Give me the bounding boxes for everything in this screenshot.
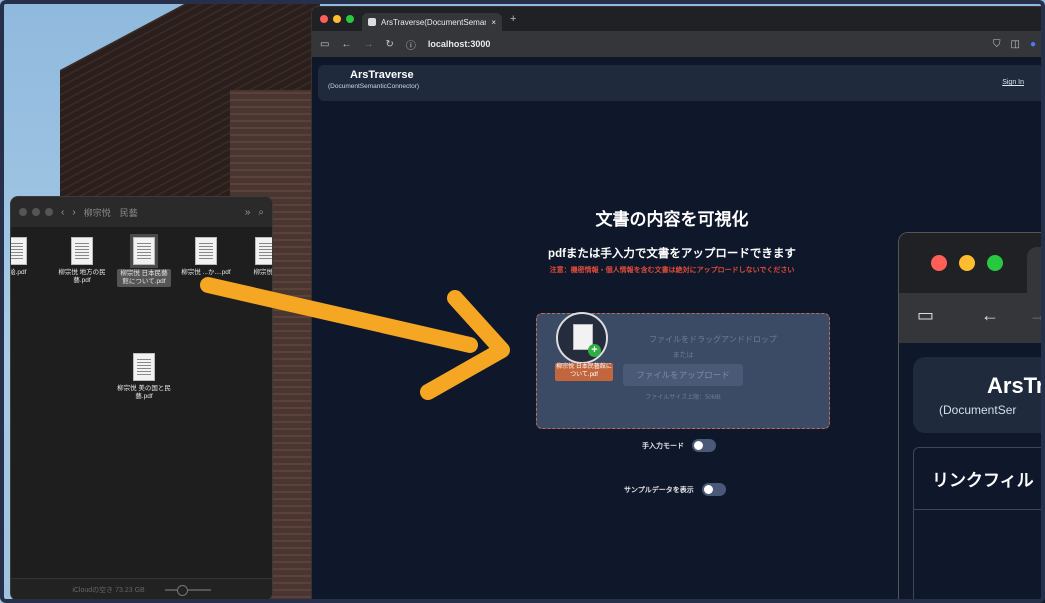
close-dot[interactable] bbox=[19, 208, 27, 216]
reload-icon[interactable]: ↻ bbox=[385, 39, 393, 50]
browser-tab-strip bbox=[899, 233, 1045, 293]
profile-avatar-icon[interactable]: ● bbox=[1030, 39, 1036, 50]
link-filter-panel: リンクフィル bbox=[913, 447, 1045, 603]
back-arrow-icon[interactable]: ← bbox=[341, 39, 351, 50]
more-chevron-icon[interactable]: » bbox=[245, 207, 251, 218]
finder-toolbar: ‹ › 柳宗悦 民藝 » ⌕ bbox=[11, 197, 272, 227]
file-name: 柳宗悦... bbox=[253, 269, 273, 276]
window-controls[interactable] bbox=[320, 15, 354, 23]
copy-plus-icon: + bbox=[588, 344, 601, 357]
address-bar[interactable]: localhost:3000 bbox=[428, 39, 491, 49]
finder-file-grid: ..絵.pdf 柳宗悦 地方の民藝.pdf 柳宗悦 日本民藝館について.pdf … bbox=[11, 227, 272, 567]
storage-status: iCloudの空き 73.23 GB bbox=[72, 586, 145, 594]
brand[interactable]: ArsTraverse (DocumentSemanticConnector) bbox=[328, 69, 419, 90]
file-name: 柳宗悦 地方の民藝.pdf bbox=[58, 269, 106, 285]
file-name: 柳宗悦 日本民藝館について.pdf bbox=[117, 269, 171, 288]
manual-mode-label: 手入力モード bbox=[642, 442, 684, 450]
zoom-dot[interactable] bbox=[346, 15, 354, 23]
manual-mode-toggle[interactable] bbox=[692, 439, 716, 452]
app-header: ArsTr (DocumentSer bbox=[913, 357, 1045, 433]
finder-window-controls[interactable] bbox=[19, 208, 53, 216]
new-tab-button[interactable]: + bbox=[510, 13, 516, 25]
minimize-dot[interactable] bbox=[333, 15, 341, 23]
pdf-thumbnail-icon bbox=[133, 353, 155, 381]
second-browser-window[interactable]: ▭ ← → ArsTr (DocumentSer リンクフィル bbox=[898, 232, 1045, 603]
warning-text: 注意：機密情報・個人情報を含む文書は絶対にアップロードしないでください bbox=[549, 267, 795, 274]
sample-data-label: サンプルデータを表示 bbox=[624, 486, 694, 494]
forward-arrow-icon[interactable]: → bbox=[363, 39, 373, 50]
sidebar-toggle-icon[interactable]: ▭ bbox=[917, 305, 934, 326]
browser-tab[interactable] bbox=[1027, 247, 1045, 293]
app-header: ArsTraverse (DocumentSemanticConnector) … bbox=[318, 65, 1044, 101]
file-item[interactable]: 柳宗悦 美の国と民藝.pdf bbox=[117, 353, 171, 401]
browser-tab-strip: ArsTraverse(DocumentSeman × + bbox=[312, 7, 1044, 31]
upload-file-button[interactable]: ファイルをアップロード bbox=[623, 364, 743, 386]
drag-drop-text: ファイルをドラッグアンドドロップ bbox=[649, 335, 777, 344]
icon-size-slider[interactable] bbox=[164, 584, 211, 596]
zoom-dot[interactable] bbox=[987, 255, 1003, 271]
sign-in-link[interactable]: Sign In bbox=[1002, 79, 1024, 86]
forward-chevron-icon[interactable]: › bbox=[72, 207, 75, 218]
sample-data-toggle[interactable] bbox=[701, 483, 726, 496]
close-tab-icon[interactable]: × bbox=[491, 18, 496, 27]
manual-mode-row: 手入力モード bbox=[642, 439, 716, 452]
address-bar-row: ▭ ← → ↻ ⓘ localhost:3000 ⛉ ◫ ● bbox=[312, 31, 1044, 57]
file-item-selected[interactable]: 柳宗悦 日本民藝館について.pdf bbox=[117, 234, 171, 288]
browser-tab[interactable]: ArsTraverse(DocumentSeman × bbox=[362, 13, 502, 31]
favicon-icon bbox=[368, 18, 376, 26]
brand-subtitle: (DocumentSer bbox=[939, 403, 1017, 417]
brand-title: ArsTraverse bbox=[350, 69, 414, 81]
back-chevron-icon[interactable]: ‹ bbox=[61, 207, 64, 218]
sidebar-toggle-icon[interactable]: ▭ bbox=[320, 39, 329, 50]
pdf-thumbnail-icon bbox=[11, 237, 27, 265]
toolbar-extensions: ⛉ ◫ ● bbox=[993, 39, 1036, 50]
close-dot[interactable] bbox=[320, 15, 328, 23]
brand-subtitle: (DocumentSemanticConnector) bbox=[328, 83, 420, 90]
file-name: 柳宗悦 ...か....pdf bbox=[181, 269, 231, 276]
file-size-limit: ファイルサイズ上限：50MB bbox=[645, 395, 721, 401]
page-subtitle: pdfまたは手入力で文書をアップロードできます bbox=[548, 248, 796, 260]
zoom-dot[interactable] bbox=[45, 208, 53, 216]
sample-data-row: サンプルデータを表示 bbox=[624, 483, 726, 496]
file-item[interactable]: 柳宗悦 地方の民藝.pdf bbox=[55, 237, 109, 285]
panel-title: リンクフィル bbox=[914, 448, 1045, 510]
finder-window[interactable]: ‹ › 柳宗悦 民藝 » ⌕ ..絵.pdf 柳宗悦 地方の民藝.pdf 柳宗悦… bbox=[10, 196, 273, 601]
brand-title: ArsTr bbox=[987, 373, 1045, 398]
tab-title: ArsTraverse(DocumentSeman bbox=[381, 17, 487, 27]
file-item[interactable]: 柳宗悦... bbox=[239, 237, 273, 277]
forward-arrow-icon[interactable]: → bbox=[1029, 305, 1045, 326]
file-name: ..絵.pdf bbox=[11, 269, 27, 276]
pdf-thumbnail-icon bbox=[71, 237, 93, 265]
dragged-file-label: 柳宗悦 日本民藝館について.pdf bbox=[555, 363, 613, 381]
back-arrow-icon[interactable]: ← bbox=[981, 305, 999, 326]
pdf-thumbnail-icon bbox=[255, 237, 272, 265]
file-name: 柳宗悦 美の国と民藝.pdf bbox=[117, 385, 171, 401]
finder-status-bar: iCloudの空き 73.23 GB bbox=[11, 578, 272, 600]
page-title: 文書の内容を可視化 bbox=[595, 210, 749, 229]
close-dot[interactable] bbox=[931, 255, 947, 271]
shield-icon[interactable]: ⛉ bbox=[993, 39, 1001, 50]
file-item[interactable]: 柳宗悦 ...か....pdf bbox=[179, 237, 233, 277]
drag-cursor: + bbox=[556, 312, 608, 364]
site-info-icon[interactable]: ⓘ bbox=[406, 37, 416, 52]
pdf-thumbnail-icon bbox=[130, 234, 158, 268]
minimize-dot[interactable] bbox=[32, 208, 40, 216]
address-bar-row: ▭ ← → bbox=[899, 293, 1045, 343]
search-icon[interactable]: ⌕ bbox=[258, 207, 264, 218]
pdf-thumbnail-icon bbox=[195, 237, 217, 265]
split-view-icon[interactable]: ◫ bbox=[1011, 39, 1020, 50]
finder-title: 柳宗悦 民藝 bbox=[83, 207, 138, 218]
minimize-dot[interactable] bbox=[959, 255, 975, 271]
file-item[interactable]: ..絵.pdf bbox=[11, 237, 43, 277]
